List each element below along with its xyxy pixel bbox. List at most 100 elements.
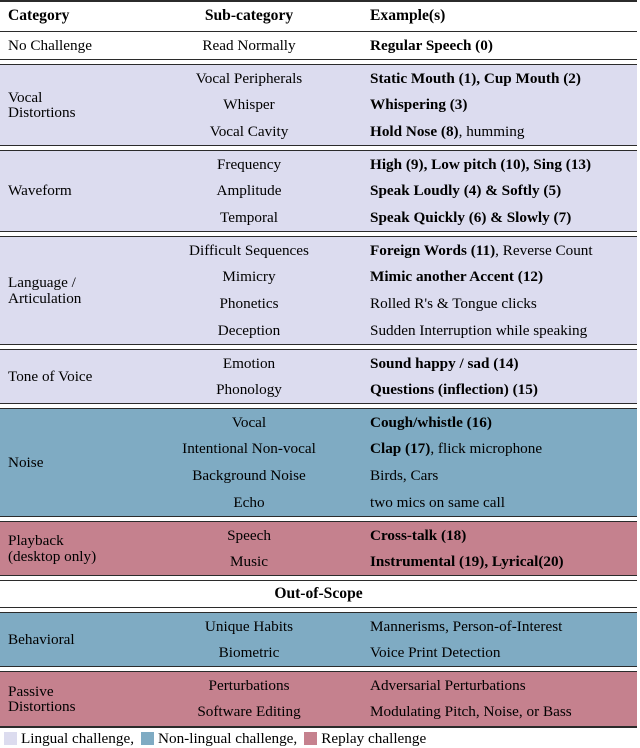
legend-item-lilac: Lingual challenge, [4, 730, 134, 748]
legend-swatch-rose-icon [304, 732, 318, 745]
subcategory-cell: Phonology [152, 376, 348, 404]
subcategory-cell: Frequency [152, 150, 348, 178]
example-cell: Foreign Words (11), Reverse Count [348, 236, 637, 264]
example-detail: , flick microphone [430, 440, 543, 458]
subcategory-cell: Echo [152, 489, 348, 517]
example-emphasis: Hold Nose (8) [370, 123, 459, 141]
example-cell: Hold Nose (8), humming [348, 118, 637, 146]
example-detail: two mics on same call [370, 494, 505, 512]
legend-swatch-lilac-icon [4, 732, 17, 745]
legend-swatch-teal-icon [141, 732, 155, 745]
subcategory-cell: Read Normally [152, 32, 348, 60]
example-cell: Cross-talk (18) [348, 521, 637, 549]
category-line: Waveform [8, 182, 72, 200]
category-line: Behavioral [8, 630, 75, 648]
example-emphasis: High (9), Low pitch (10), Sing (13) [370, 155, 592, 173]
example-cell: Adversarial Perturbations [348, 671, 637, 699]
category-line: Noise [8, 453, 44, 471]
taxonomy-table-body: Category Sub-category Example(s) No Challen… [0, 0, 637, 726]
example-cell: two mics on same call [348, 489, 637, 517]
legend-label: Non-lingual challenge, [158, 729, 298, 747]
example-emphasis: Sound happy / sad (14) [370, 354, 519, 372]
example-cell: Sudden Interruption while speaking [348, 317, 637, 345]
category-line: Articulation [8, 289, 82, 307]
example-emphasis: Mimic another Accent (12) [370, 268, 544, 286]
group-category-passive-distortions: Passive Distortions [0, 671, 152, 726]
example-cell: High (9), Low pitch (10), Sing (13) [348, 150, 637, 178]
subcategory-cell: Unique Habits [152, 612, 348, 640]
table-row: Tone of Voice Emotion Sound happy / sad (1… [0, 349, 637, 404]
subcategory-cell: Emotion [152, 349, 348, 377]
subcategory-cell: Intentional Non-vocal [152, 435, 348, 463]
example-detail: , humming [458, 123, 525, 141]
example-detail: , Reverse Count [495, 241, 593, 259]
example-cell: Clap (17), flick microphone [348, 435, 637, 463]
subcategory-cell: Perturbations [152, 671, 348, 699]
subcategory-cell: Biometric [152, 639, 348, 667]
out-of-scope-divider-row: Out-of-Scope [0, 580, 637, 608]
example-detail: Birds, Cars [370, 467, 439, 485]
example-detail: Adversarial Perturbations [370, 676, 526, 694]
example-cell: Mimic another Accent (12) [348, 263, 637, 291]
example-cell: Static Mouth (1), Cup Mouth (2) [348, 64, 637, 92]
group-category-vocal-distortions: Vocal Distortions [0, 64, 152, 146]
subcategory-cell: Mimicry [152, 263, 348, 291]
group-category-noise: Noise [0, 408, 152, 517]
example-cell: Regular Speech (0) [348, 32, 637, 60]
out-of-scope-title: Out-of-Scope [0, 580, 637, 608]
example-emphasis: Clap (17) [370, 440, 431, 458]
example-emphasis: Foreign Words (11) [370, 241, 496, 259]
subcategory-cell: Deception [152, 317, 348, 345]
example-cell: Rolled R's & Tongue clicks [348, 290, 637, 318]
legend-label: Lingual challenge, [21, 729, 135, 747]
example-detail: Modulating Pitch, Noise, or Bass [370, 703, 572, 721]
column-header-examples: Example(s) [348, 0, 637, 31]
table-row: Playback (desktop only) Speech Cross-talk (… [0, 521, 637, 576]
example-detail: Rolled R's & Tongue clicks [370, 295, 537, 313]
category-line: (desktop only) [8, 547, 97, 565]
example-emphasis: Whispering (3) [370, 96, 468, 114]
subcategory-cell: Difficult Sequences [152, 236, 348, 264]
group-category-waveform: Waveform [0, 150, 152, 232]
subcategory-cell: Amplitude [152, 177, 348, 205]
example-emphasis: Speak Loudly (4) & Softly (5) [370, 182, 562, 200]
legend: Lingual challenge, Non-lingual challenge,… [0, 728, 637, 748]
example-cell: Voice Print Detection [348, 639, 637, 667]
legend-item-rose: Replay challenge [304, 730, 426, 748]
taxonomy-table: Category Sub-category Example(s) No Challen… [0, 0, 637, 726]
example-cell: Mannerisms, Person-of-Interest [348, 612, 637, 640]
example-cell: Sound happy / sad (14) [348, 349, 637, 377]
example-cell: Cough/whistle (16) [348, 408, 637, 436]
category-line: Tone of Voice [8, 367, 93, 385]
table-row: Passive Distortions Perturbations Adversari… [0, 671, 637, 726]
subcategory-cell: Vocal Cavity [152, 118, 348, 146]
column-header-subcategory: Sub-category [152, 0, 348, 31]
legend-label: Replay challenge [321, 729, 427, 747]
subcategory-cell: Background Noise [152, 462, 348, 490]
subcategory-cell: Music [152, 548, 348, 576]
example-cell: Whispering (3) [348, 91, 637, 119]
category-line: No Challenge [8, 37, 92, 55]
group-category-language-articulation: Language / Articulation [0, 236, 152, 345]
example-emphasis: Cross-talk (18) [370, 526, 467, 544]
example-cell: Birds, Cars [348, 462, 637, 490]
subcategory-cell: Software Editing [152, 698, 348, 726]
table-row: Noise Vocal Cough/whistle (16) [0, 408, 637, 517]
table-row: Language / Articulation Difficult Sequence… [0, 236, 637, 345]
example-emphasis: Regular Speech (0) [370, 37, 493, 55]
table-header-row: Category Sub-category Example(s) [0, 0, 637, 31]
challenge-taxonomy-table: Category Sub-category Example(s) No Challen… [0, 0, 640, 747]
table-row: No Challenge Read Normally Regular Speech … [0, 32, 637, 60]
example-detail: Voice Print Detection [370, 644, 501, 662]
example-emphasis: Instrumental (19), Lyrical(20) [370, 553, 564, 571]
example-cell: Questions (inflection) (15) [348, 376, 637, 404]
subcategory-cell: Vocal Peripherals [152, 64, 348, 92]
example-emphasis: Static Mouth (1), Cup Mouth (2) [370, 69, 581, 87]
table-row: Behavioral Unique Habits Mannerisms, Perso… [0, 612, 637, 667]
group-category-playback: Playback (desktop only) [0, 521, 152, 576]
subcategory-cell: Speech [152, 521, 348, 549]
example-emphasis: Questions (inflection) (15) [370, 381, 538, 399]
subcategory-cell: Temporal [152, 204, 348, 232]
legend-item-teal: Non-lingual challenge, [141, 730, 297, 748]
group-category-behavioral: Behavioral [0, 612, 152, 667]
